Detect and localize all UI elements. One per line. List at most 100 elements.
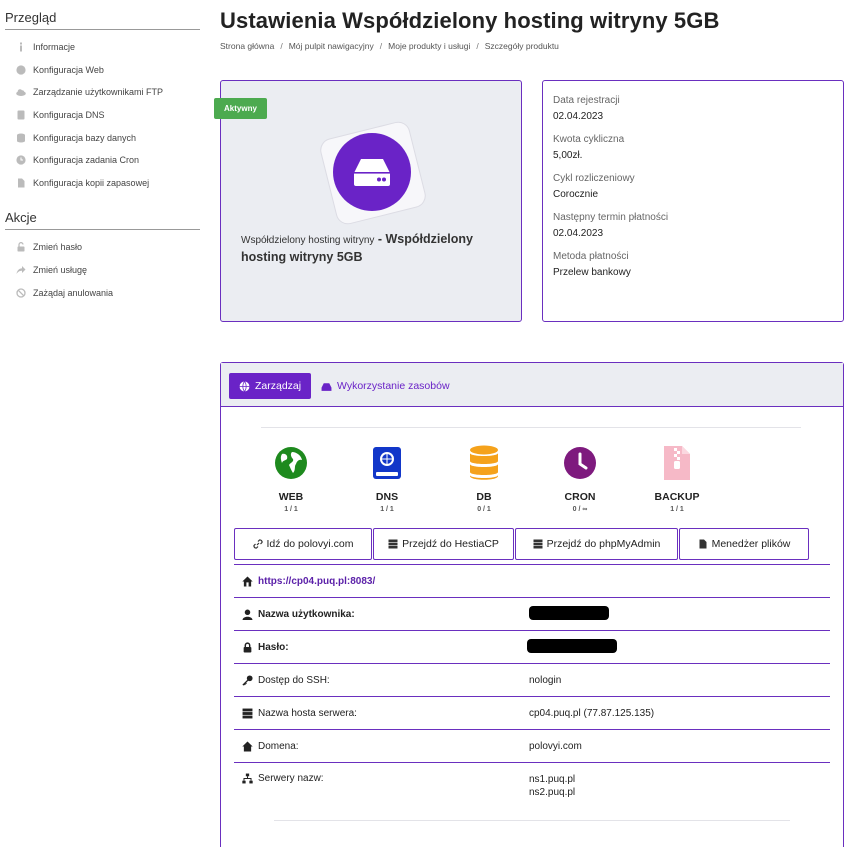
link-icon <box>252 539 263 549</box>
server-icon <box>388 539 398 549</box>
sidebar-item-dns[interactable]: Konfiguracja DNS <box>5 104 200 127</box>
phpmyadmin-button[interactable]: Przejdź do phpMyAdmin <box>515 528 678 560</box>
service-count: 1 / 1 <box>380 506 394 513</box>
next-due-date-label: Następny termin płatności <box>553 212 669 223</box>
sidebar: Przegląd Informacje Konfiguracja Web Zar… <box>5 8 200 304</box>
nameservers-label: Serwery nazw: <box>258 773 324 784</box>
sidebar-item-ftp[interactable]: Zarządzanie użytkownikami FTP <box>5 81 200 104</box>
control-panel-url: https://cp04.puq.pl:8083/ <box>258 575 376 587</box>
actions-heading: Akcje <box>5 208 200 231</box>
sidebar-item-change-service[interactable]: Zmień usługę <box>5 259 200 282</box>
sidebar-item-label: Informacje <box>33 42 76 53</box>
breadcrumb-separator: / <box>379 41 383 51</box>
ssh-value: nologin <box>529 674 562 686</box>
payment-method-value: Przelew bankowy <box>553 267 631 278</box>
service-count: 1 / 1 <box>670 506 684 513</box>
user-icon <box>242 609 253 620</box>
service-db[interactable]: DB 0 / 1 <box>444 445 524 513</box>
hostname-label-wrap: Nazwa hosta serwera: <box>242 708 357 719</box>
domain-label-wrap: Domena: <box>242 741 299 752</box>
service-dns[interactable]: DNS 1 / 1 <box>347 445 427 513</box>
key-icon <box>242 674 253 686</box>
page-title: Ustawienia Współdzielony hosting witryny… <box>220 8 720 33</box>
server-icon <box>242 708 253 718</box>
breadcrumb-home[interactable]: Strona główna <box>220 41 274 51</box>
sidebar-item-label: Konfiguracja kopii zapasowej <box>33 177 150 188</box>
sidebar-item-label: Zażądaj anulowania <box>33 287 114 298</box>
go-to-domain-button[interactable]: Idź do polovyi.com <box>234 528 372 560</box>
sidebar-item-database[interactable]: Konfiguracja bazy danych <box>5 126 200 149</box>
payment-method-label: Metoda płatności <box>553 251 629 262</box>
database-icon <box>466 445 502 481</box>
control-panel-url-row: https://cp04.puq.pl:8083/ <box>234 564 830 597</box>
service-count: 1 / 1 <box>284 506 298 513</box>
billing-details-card: Data rejestracji 02.04.2023 Kwota cyklic… <box>542 80 844 322</box>
network-icon <box>242 773 253 784</box>
home-icon <box>242 741 253 751</box>
product-name-dash: - <box>374 232 386 246</box>
sidebar-item-cancel-request[interactable]: Zażądaj anulowania <box>5 281 200 304</box>
recurring-amount-label: Kwota cykliczna <box>553 134 625 145</box>
file-manager-button[interactable]: Menedżer plików <box>679 528 809 560</box>
breadcrumb-product-details: Szczegóły produktu <box>484 41 559 51</box>
service-web[interactable]: WEB 1 / 1 <box>251 445 331 513</box>
service-count: 0 / ∞ <box>572 506 588 513</box>
sidebar-item-label: Zarządzanie użytkownikami FTP <box>33 87 164 98</box>
breadcrumb: Strona główna / Mój pulpit nawigacyjny /… <box>220 41 559 51</box>
sidebar-item-label: Konfiguracja bazy danych <box>33 132 137 143</box>
hostname-label: Nazwa hosta serwera: <box>258 707 357 719</box>
ssh-row: Dostęp do SSH: nologin <box>234 663 830 696</box>
breadcrumb-separator: / <box>280 41 283 51</box>
breadcrumb-products[interactable]: Moje produkty i usługi <box>388 41 470 51</box>
control-panel-url-link[interactable]: https://cp04.puq.pl:8083/ <box>242 576 375 587</box>
breadcrumb-dashboard[interactable]: Mój pulpit nawigacyjny <box>289 41 374 51</box>
sidebar-item-cron[interactable]: Konfiguracja zadania Cron <box>5 149 200 172</box>
globe-icon <box>15 64 27 76</box>
password-label-wrap: Hasło: <box>242 642 289 653</box>
nameservers-values: ns1.puq.pl ns2.puq.pl <box>529 773 575 799</box>
tab-resource-usage[interactable]: Wykorzystanie zasobów <box>321 373 450 399</box>
password-label: Hasło: <box>258 641 289 653</box>
share-icon <box>15 264 27 276</box>
hestiacp-button[interactable]: Przejdź do HestiaCP <box>373 528 514 560</box>
management-panel: Zarządzaj Wykorzystanie zasobów WEB 1 / … <box>220 362 844 847</box>
ssh-label-wrap: Dostęp do SSH: <box>242 675 330 686</box>
sidebar-item-backup[interactable]: Konfiguracja kopii zapasowej <box>5 172 200 195</box>
ban-icon <box>15 287 27 299</box>
registration-date-value: 02.04.2023 <box>553 111 604 122</box>
username-row: Nazwa użytkownika: <box>234 597 830 630</box>
book-icon <box>15 109 27 121</box>
service-cron[interactable]: CRON 0 / ∞ <box>540 445 620 513</box>
sidebar-item-label: Zmień usługę <box>33 265 88 276</box>
divider <box>274 820 790 821</box>
nameservers-row: Serwery nazw: ns1.puq.pl ns2.puq.pl <box>234 762 830 820</box>
file-manager-label: Menedżer plików <box>711 538 791 550</box>
hostname-value: cp04.puq.pl (77.87.125.135) <box>529 707 655 719</box>
sidebar-item-change-password[interactable]: Zmień hasło <box>5 236 200 259</box>
panel-tabs: Zarządzaj Wykorzystanie zasobów <box>221 363 843 407</box>
sidebar-item-label: Konfiguracja Web <box>33 64 104 75</box>
sidebar-item-label: Konfiguracja zadania Cron <box>33 155 140 166</box>
service-backup[interactable]: BACKUP 1 / 1 <box>637 445 717 513</box>
domain-label: Domena: <box>258 740 299 752</box>
info-icon <box>15 41 27 53</box>
product-icon <box>317 119 429 227</box>
service-icons: WEB 1 / 1 DNS 1 / 1 DB 0 / 1 CRON 0 / ∞ <box>251 445 811 515</box>
tab-manage[interactable]: Zarządzaj <box>229 373 312 399</box>
service-name: DNS <box>375 491 399 503</box>
tab-manage-label: Zarządzaj <box>255 380 302 392</box>
recurring-amount-value: 5,00zł. <box>553 150 583 161</box>
username-label: Nazwa użytkownika: <box>258 608 355 620</box>
product-card: Aktywny Współdzielony hosting witryny - … <box>214 80 522 322</box>
lock-icon <box>243 641 252 652</box>
nameservers-label-wrap: Serwery nazw: <box>242 773 324 784</box>
phpmyadmin-label: Przejdź do phpMyAdmin <box>546 538 661 550</box>
password-value-redacted <box>527 638 617 656</box>
password-row: Hasło: <box>234 630 830 663</box>
sidebar-item-informacje[interactable]: Informacje <box>5 36 200 59</box>
breadcrumb-separator: / <box>476 41 479 51</box>
sidebar-item-web[interactable]: Konfiguracja Web <box>5 59 200 82</box>
tab-resource-usage-label: Wykorzystanie zasobów <box>337 380 450 392</box>
clock-icon <box>562 445 598 481</box>
product-name: Współdzielony hosting witryny - Współdzi… <box>241 231 511 266</box>
